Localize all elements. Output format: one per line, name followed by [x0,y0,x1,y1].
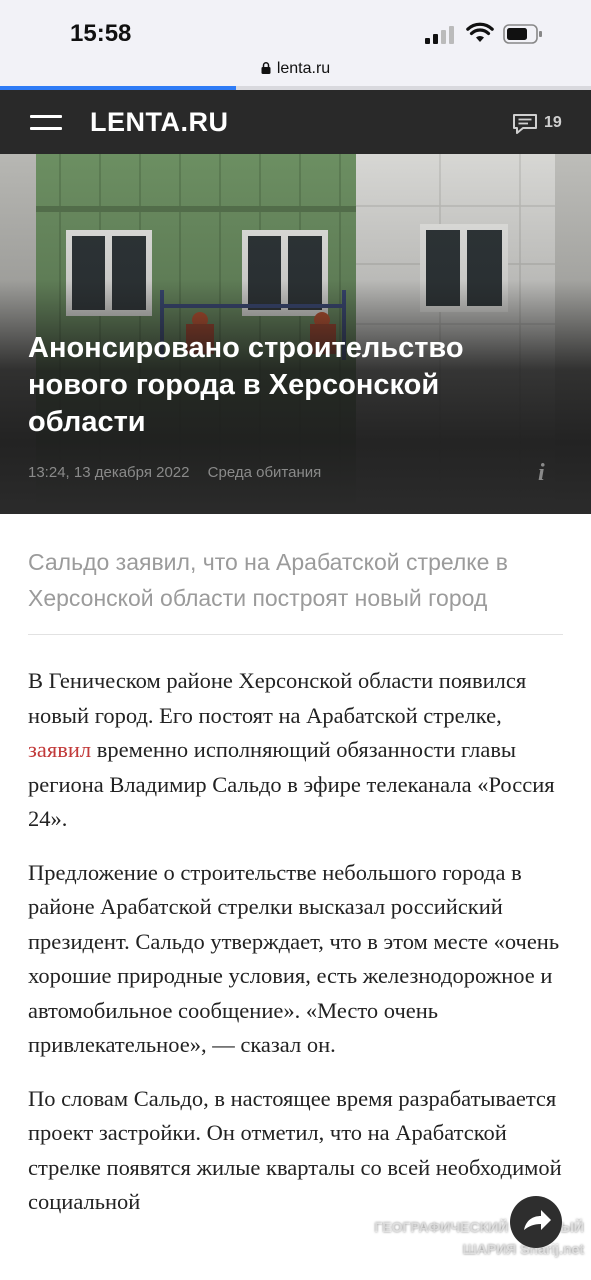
divider [28,634,563,635]
hero-banner[interactable]: Анонсировано строительство нового города… [0,154,591,514]
site-logo[interactable]: LENTA.RU [90,107,229,138]
menu-icon[interactable] [30,113,62,133]
battery-icon [503,24,542,44]
comments-count[interactable]: 19 [544,114,562,132]
site-header: LENTA.RU 19 [0,90,591,154]
article-rubric[interactable]: Среда обитания [208,464,322,481]
share-arrow-icon [524,1210,551,1230]
article-title: Анонсировано строительство нового города… [28,332,464,438]
article-paragraph: По словам Сальдо, в настоящее время разр… [28,1085,562,1215]
share-button[interactable] [510,1196,562,1248]
lock-icon [261,62,271,74]
status-bar: 15:58 [0,0,591,62]
address-bar[interactable]: lenta.ru [0,54,591,88]
article-lead: Сальдо заявил, что на Арабатской стрелке… [28,549,509,611]
signal-icon [425,26,455,44]
article-link[interactable]: заявил [28,737,91,762]
status-time: 15:58 [70,20,132,47]
info-icon[interactable]: i [538,460,545,487]
article-paragraph: Предложение о строительстве небольшого г… [28,859,560,1058]
wifi-icon [466,22,494,42]
article-meta: 13:24, 13 декабря 2022 Среда обитания [28,464,335,481]
article-paragraph: В Геническом районе Херсонской области п… [28,668,555,831]
comments-icon[interactable] [512,113,538,135]
article-body: В Геническом районе Херсонской области п… [28,664,568,1239]
url-text: lenta.ru [276,60,331,77]
article-datetime: 13:24, 13 декабря 2022 [28,464,190,481]
